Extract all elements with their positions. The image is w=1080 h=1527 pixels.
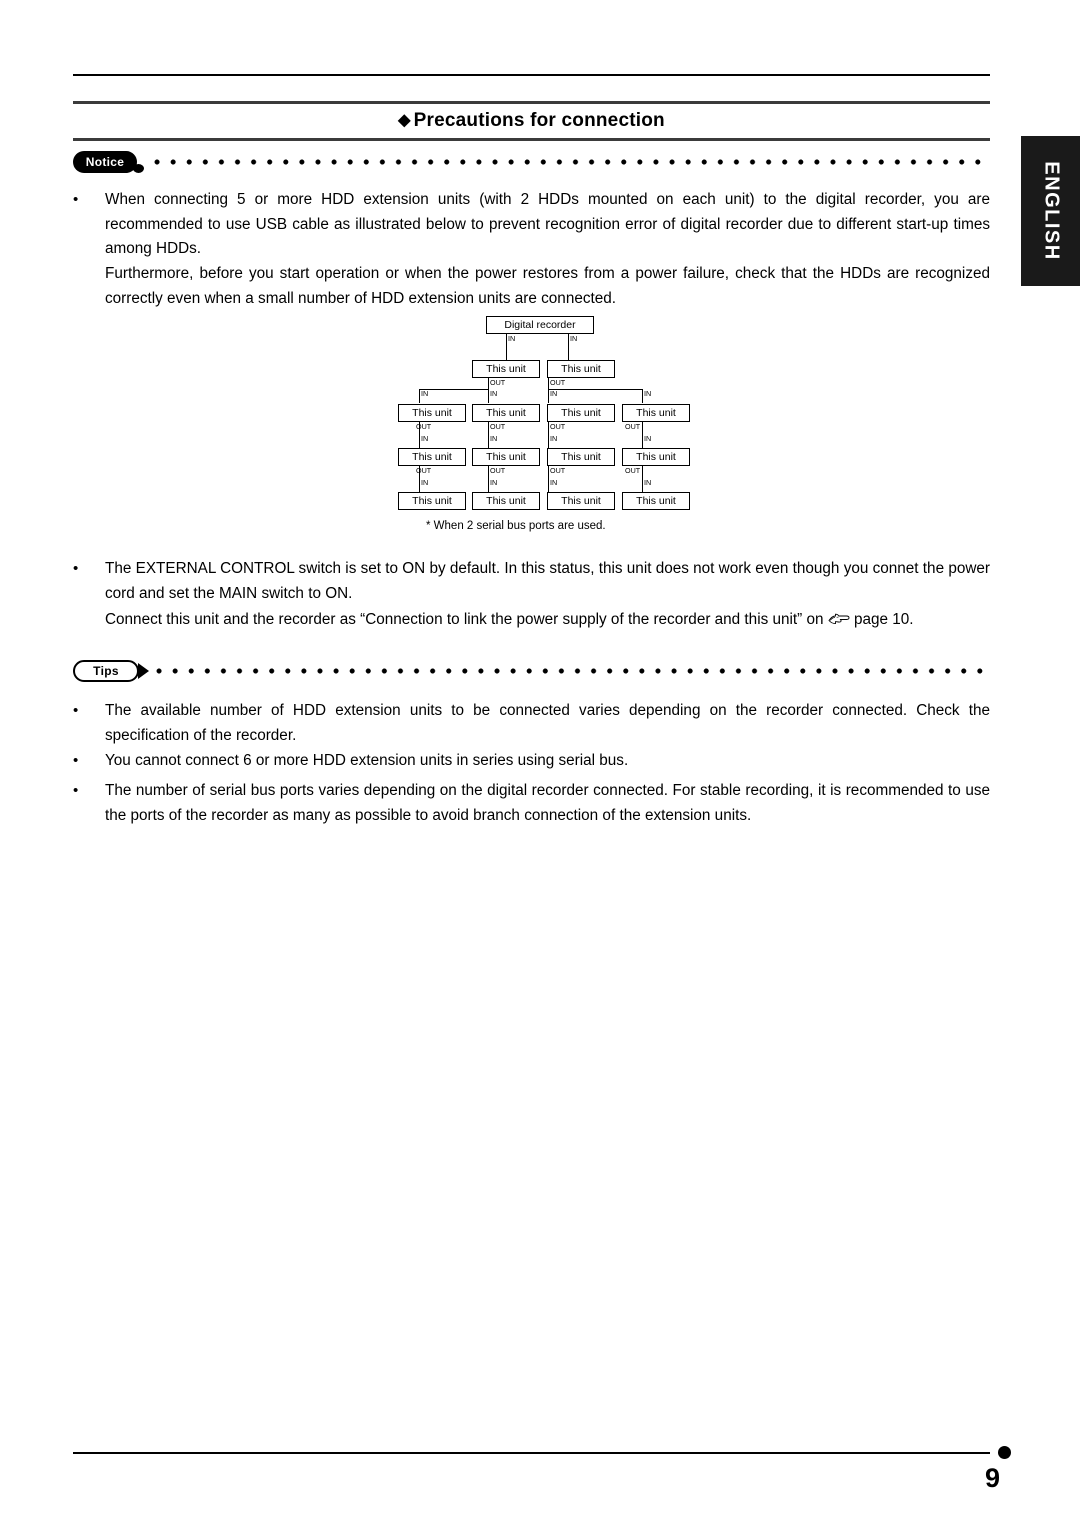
diagram-node-unit: This unit xyxy=(398,404,466,422)
tips-bullet-3-text: The number of serial bus ports varies de… xyxy=(105,782,990,824)
tips-bullet-1: • The available number of HDD extension … xyxy=(73,699,990,748)
footer-rule xyxy=(73,1452,990,1454)
bullet-marker: • xyxy=(73,752,79,769)
footer-dot xyxy=(998,1446,1011,1459)
diagram-node-recorder: Digital recorder xyxy=(486,316,594,334)
diagram-caption: * When 2 serial bus ports are used. xyxy=(426,520,606,532)
port-label-out: OUT xyxy=(550,422,566,431)
port-label-in: IN xyxy=(644,389,652,398)
heading-rule-bottom xyxy=(73,138,990,141)
port-label-in: IN xyxy=(644,434,652,443)
port-label-out: OUT xyxy=(550,378,566,387)
port-label-in: IN xyxy=(421,434,429,443)
tips-bullet-3: • The number of serial bus ports varies … xyxy=(73,779,990,828)
tips-bullet-1-text: The available number of HDD extension un… xyxy=(105,702,990,744)
port-label-in: IN xyxy=(490,434,498,443)
diagram-node-unit: This unit xyxy=(472,492,540,510)
diamond-icon: ◆ xyxy=(398,112,411,129)
notice-badge: Notice xyxy=(73,151,144,173)
page-title: ◆ Precautions for connection xyxy=(73,104,990,137)
diagram-node-unit: This unit xyxy=(398,448,466,466)
section-heading: ◆ Precautions for connection xyxy=(73,101,990,141)
diagram-node-unit: This unit xyxy=(472,448,540,466)
header-rule xyxy=(73,74,990,76)
wire-row1-right-h xyxy=(548,389,643,391)
notice-banner: Notice xyxy=(73,151,990,173)
tips-bullet-2: • You cannot connect 6 or more HDD exten… xyxy=(73,749,990,774)
port-label-out: OUT xyxy=(490,422,506,431)
notice-bullet-1-text: When connecting 5 or more HDD extension … xyxy=(105,191,990,257)
tips-dot-rule xyxy=(151,660,990,682)
pointing-hand-icon xyxy=(828,610,850,625)
wire-row1-left-h xyxy=(419,389,489,391)
tips-badge: Tips xyxy=(73,660,149,682)
port-label-in: IN xyxy=(550,434,558,443)
port-label-in: IN xyxy=(490,478,498,487)
port-label-out: OUT xyxy=(625,466,641,475)
page-title-label: Precautions for connection xyxy=(413,110,665,131)
notice-bullet-2-text: The EXTERNAL CONTROL switch is set to ON… xyxy=(105,560,990,602)
diagram-node-unit: This unit xyxy=(547,492,615,510)
language-side-tab-label: ENGLISH xyxy=(1040,161,1062,261)
page-number: 9 xyxy=(985,1463,1001,1493)
diagram-node-unit: This unit xyxy=(472,360,540,378)
port-label-in: IN xyxy=(490,389,498,398)
notice-paragraph-3: Connect this unit and the recorder as “C… xyxy=(105,608,990,633)
notice-paragraph-3-before: Connect this unit and the recorder as “C… xyxy=(105,611,824,628)
bullet-marker: • xyxy=(73,191,79,208)
diagram-node-unit: This unit xyxy=(547,360,615,378)
tips-bullet-2-text: You cannot connect 6 or more HDD extensi… xyxy=(105,752,629,769)
diagram-node-unit: This unit xyxy=(398,492,466,510)
port-label-in: IN xyxy=(570,334,578,343)
diagram-node-unit: This unit xyxy=(622,404,690,422)
bullet-marker: • xyxy=(73,560,79,577)
notice-paragraph-2: Furthermore, before you start operation … xyxy=(105,265,990,307)
port-label-in: IN xyxy=(421,389,429,398)
language-side-tab: ENGLISH xyxy=(1021,136,1080,286)
port-label-in: IN xyxy=(550,389,558,398)
diagram-node-unit: This unit xyxy=(547,448,615,466)
diagram-node-unit: This unit xyxy=(622,448,690,466)
port-label-in: IN xyxy=(644,478,652,487)
diagram-node-unit: This unit xyxy=(622,492,690,510)
connection-diagram: Digital recorder IN IN This unit This un… xyxy=(390,316,690,546)
notice-paragraph-3-after: page 10. xyxy=(854,611,914,628)
port-label-out: OUT xyxy=(490,378,506,387)
port-label-out: OUT xyxy=(550,466,566,475)
port-label-in: IN xyxy=(550,478,558,487)
notice-bullet-1: • When connecting 5 or more HDD extensio… xyxy=(73,188,990,262)
port-label-out: OUT xyxy=(490,466,506,475)
diagram-node-unit: This unit xyxy=(547,404,615,422)
bullet-marker: • xyxy=(73,782,79,799)
diagram-node-unit: This unit xyxy=(472,404,540,422)
notice-bullet-2: • The EXTERNAL CONTROL switch is set to … xyxy=(73,557,990,606)
bullet-marker: • xyxy=(73,702,79,719)
notice-dot-rule xyxy=(149,151,990,173)
port-label-in: IN xyxy=(508,334,516,343)
port-label-in: IN xyxy=(421,478,429,487)
port-label-out: OUT xyxy=(625,422,641,431)
tips-banner: Tips xyxy=(73,660,990,682)
